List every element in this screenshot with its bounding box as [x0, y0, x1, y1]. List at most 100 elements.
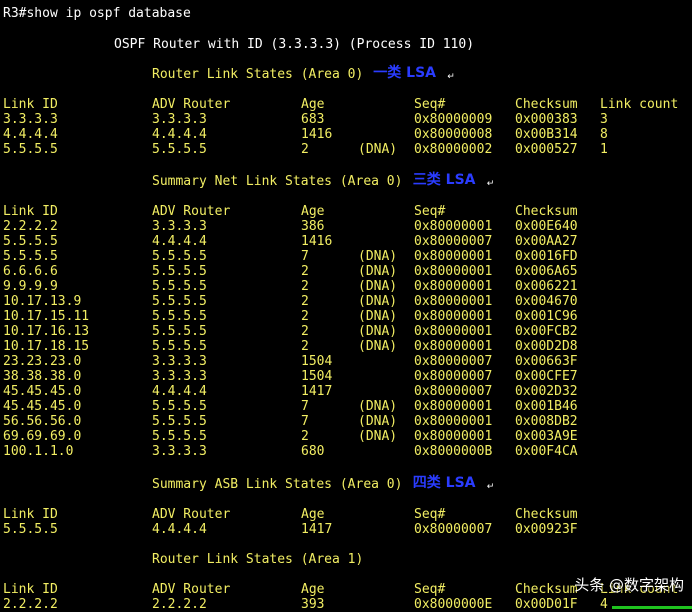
adv-router-cell: 5.5.5.5	[152, 279, 207, 294]
seq-cell: 0x80000001	[414, 309, 493, 324]
table-row: 10.17.18.15 5.5.5.5 2 (DNA) 0x80000001 0x00D2…	[0, 339, 692, 354]
checksum-cell: 0x00923F	[515, 522, 578, 537]
seq-cell: 0x80000001	[414, 339, 493, 354]
link-id-cell: 38.38.38.0	[3, 369, 82, 384]
seq-cell: 0x80000001	[414, 414, 493, 429]
column-header-cell: Link ID	[3, 507, 58, 522]
checksum-cell: 0x002D32	[515, 384, 578, 399]
age-cell: 393	[301, 597, 325, 612]
link-id-cell: 2.2.2.2	[3, 597, 58, 612]
column-header-cell: Seq#	[414, 97, 446, 112]
age-cell: 683	[301, 112, 325, 127]
link-id-cell: 10.17.18.15	[3, 339, 90, 354]
seq-cell: 0x8000000B	[414, 444, 493, 459]
seq-cell: 0x80000007	[414, 369, 493, 384]
link-id-cell: 100.1.1.0	[3, 444, 74, 459]
checksum-cell: 0x00B314	[515, 127, 578, 142]
seq-cell: 0x80000007	[414, 234, 493, 249]
checksum-cell: 0x001C96	[515, 309, 578, 324]
checksum-cell: 0x004670	[515, 294, 578, 309]
dna-flag: (DNA)	[358, 339, 398, 354]
dna-flag: (DNA)	[358, 399, 398, 414]
adv-router-cell: 5.5.5.5	[152, 309, 207, 324]
section-heading-text: Router Link States (Area 0)	[152, 67, 364, 82]
table-row: 3.3.3.3 3.3.3.3 683 0x80000009 0x000383 3	[0, 112, 692, 127]
column-header-cell: Link ID	[3, 582, 58, 597]
seq-cell: 0x8000000E	[414, 597, 493, 612]
return-mark: ↵	[486, 179, 495, 189]
terminal-window[interactable]: R3#show ip ospf database OSPF Router with…	[0, 0, 692, 612]
checksum-cell: 0x00E640	[515, 219, 578, 234]
dna-flag: (DNA)	[358, 249, 398, 264]
link-id-cell: 5.5.5.5	[3, 142, 58, 157]
table-row: 6.6.6.6 5.5.5.5 2 (DNA) 0x80000001 0x006A65	[0, 264, 692, 279]
column-header-cell: Checksum	[515, 204, 578, 219]
age-cell: 7	[301, 249, 309, 264]
seq-cell: 0x80000001	[414, 429, 493, 444]
age-cell: 1416	[301, 234, 333, 249]
column-header-cell: Checksum	[515, 507, 578, 522]
link-count-cell: 1	[600, 142, 608, 157]
age-cell: 680	[301, 444, 325, 459]
adv-router-cell: 3.3.3.3	[152, 112, 207, 127]
column-header: Link ID ADV Router Age Seq# Checksum Link cou…	[0, 97, 692, 112]
link-id-cell: 10.17.13.9	[3, 294, 82, 309]
link-id-cell: 23.23.23.0	[3, 354, 82, 369]
ospf-title-text: OSPF Router with ID (3.3.3.3) (Process I…	[114, 37, 475, 52]
dna-flag: (DNA)	[358, 142, 398, 157]
section-heading: Summary Net Link States (Area 0) 三类 LSA ↵	[0, 172, 692, 190]
column-header-cell: ADV Router	[152, 97, 231, 112]
column-header-cell: Age	[301, 97, 325, 112]
age-cell: 1417	[301, 384, 333, 399]
checksum-cell: 0x00FCB2	[515, 324, 578, 339]
column-header-cell: ADV Router	[152, 507, 231, 522]
table-row: 45.45.45.0 5.5.5.5 7 (DNA) 0x80000001 0x001B4…	[0, 399, 692, 414]
column-header-cell: Age	[301, 582, 325, 597]
link-id-cell: 2.2.2.2	[3, 219, 58, 234]
age-cell: 1416	[301, 127, 333, 142]
age-cell: 2	[301, 429, 309, 444]
section-heading: Router Link States (Area 1)	[0, 552, 692, 567]
checksum-cell: 0x000383	[515, 112, 578, 127]
adv-router-cell: 5.5.5.5	[152, 324, 207, 339]
age-cell: 2	[301, 309, 309, 324]
seq-cell: 0x80000001	[414, 279, 493, 294]
column-header-cell: Seq#	[414, 204, 446, 219]
link-id-cell: 5.5.5.5	[3, 249, 58, 264]
seq-cell: 0x80000001	[414, 264, 493, 279]
checksum-cell: 0x00AA27	[515, 234, 578, 249]
link-id-cell: 5.5.5.5	[3, 234, 58, 249]
link-count-cell: 4	[600, 597, 608, 612]
link-id-cell: 4.4.4.4	[3, 127, 58, 142]
return-mark: ↵	[447, 72, 455, 82]
link-id-cell: 69.69.69.0	[3, 429, 82, 444]
table-row: 5.5.5.5 4.4.4.4 1416 0x80000007 0x00AA27	[0, 234, 692, 249]
checksum-cell: 0x00D01F	[515, 597, 578, 612]
checksum-cell: 0x003A9E	[515, 429, 578, 444]
dna-flag: (DNA)	[358, 414, 398, 429]
adv-router-cell: 3.3.3.3	[152, 369, 207, 384]
adv-router-cell: 5.5.5.5	[152, 142, 207, 157]
watermark: 头条 @数字架构	[574, 576, 684, 594]
adv-router-cell: 4.4.4.4	[152, 127, 207, 142]
table-row: 5.5.5.5 4.4.4.4 1417 0x80000007 0x00923F	[0, 522, 692, 537]
table-row: 100.1.1.0 3.3.3.3 680 0x8000000B 0x00F4CA	[0, 444, 692, 459]
dna-flag: (DNA)	[358, 324, 398, 339]
adv-router-cell: 5.5.5.5	[152, 399, 207, 414]
table-row: 69.69.69.0 5.5.5.5 2 (DNA) 0x80000001 0x003A9…	[0, 429, 692, 444]
checksum-cell: 0x006221	[515, 279, 578, 294]
adv-router-cell: 3.3.3.3	[152, 219, 207, 234]
lsa-type-note: 三类 LSA	[412, 172, 476, 188]
column-header-cell: Age	[301, 507, 325, 522]
dna-flag: (DNA)	[358, 294, 398, 309]
seq-cell: 0x80000007	[414, 384, 493, 399]
checksum-cell: 0x00F4CA	[515, 444, 578, 459]
table-row: 56.56.56.0 5.5.5.5 7 (DNA) 0x80000001 0x008DB…	[0, 414, 692, 429]
table-row: 9.9.9.9 5.5.5.5 2 (DNA) 0x80000001 0x006221	[0, 279, 692, 294]
lsa-type-note: 一类 LSA	[373, 65, 437, 81]
column-header-cell: Link ID	[3, 204, 58, 219]
age-cell: 386	[301, 219, 325, 234]
age-cell: 2	[301, 142, 309, 157]
checksum-cell: 0x0016FD	[515, 249, 578, 264]
link-id-cell: 10.17.16.13	[3, 324, 90, 339]
